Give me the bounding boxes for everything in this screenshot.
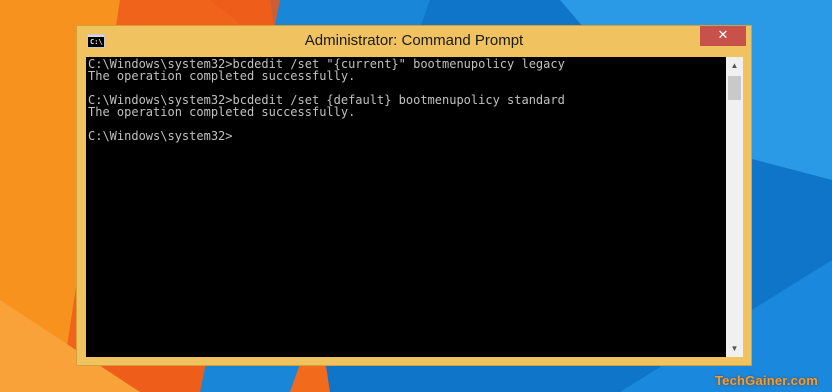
command-prompt-window: C:\ Administrator: Command Prompt ✕ C:\W…	[76, 25, 752, 366]
console-line: C:\Windows\system32>	[88, 129, 233, 143]
window-title: Administrator: Command Prompt	[304, 32, 524, 49]
watermark: TechGainer.com	[715, 373, 818, 388]
vertical-scrollbar[interactable]: ▲ ▼	[726, 57, 743, 357]
title-bar[interactable]: C:\ Administrator: Command Prompt ✕	[77, 26, 751, 57]
console-text: C:\Windows\system32>bcdedit /set "{curre…	[86, 57, 726, 142]
close-button[interactable]: ✕	[700, 26, 746, 46]
scroll-thumb[interactable]	[728, 76, 741, 100]
console-line: The operation completed successfully.	[88, 105, 356, 119]
close-icon: ✕	[717, 28, 729, 43]
console-output[interactable]: C:\Windows\system32>bcdedit /set "{curre…	[86, 57, 726, 357]
scroll-down-arrow-icon[interactable]: ▼	[726, 340, 743, 357]
console-line: The operation completed successfully.	[88, 69, 356, 83]
scroll-up-arrow-icon[interactable]: ▲	[726, 57, 743, 74]
